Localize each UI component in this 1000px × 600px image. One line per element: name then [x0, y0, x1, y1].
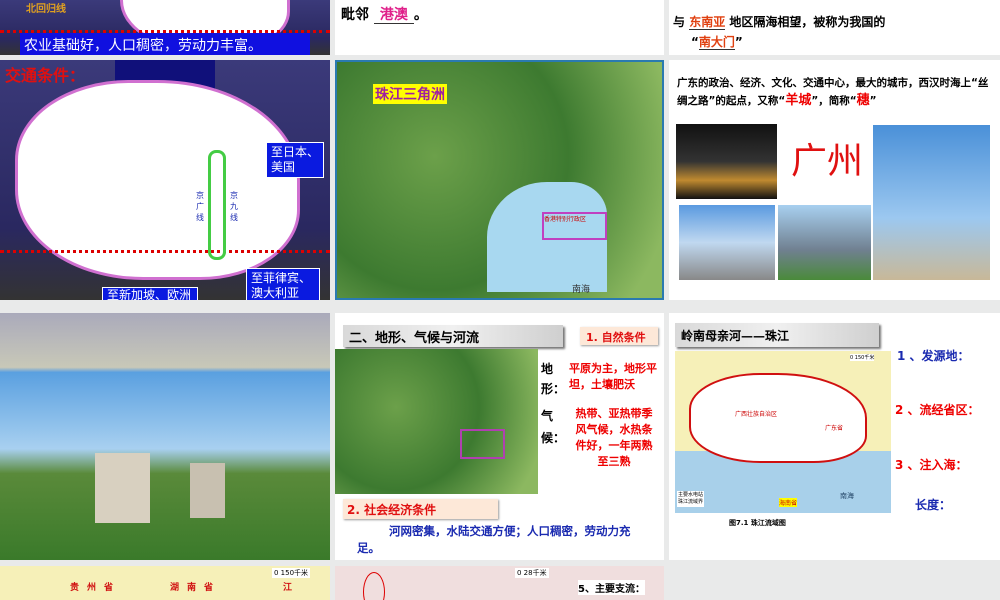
slide-title: 岭南母亲河——珠江 [675, 323, 879, 347]
gate-text: 与 东南亚 地区隔海相望，被称为我国的 “南大门” [673, 15, 886, 50]
pearl-river-map: 广西壮族自治区 广东省 海南省 南海 0 150千米 主要水电站 珠江流域界 [675, 351, 891, 513]
delta-label: 珠江三角洲 [373, 84, 447, 104]
tropic-label: 北回归线 [26, 4, 66, 15]
neighbor-text: 毗邻 港澳。 [341, 7, 428, 24]
slide-thumbnail-10[interactable]: 贵州省 湖南省 江 0 150千米 [0, 566, 330, 600]
slide-thumbnail-9[interactable]: 岭南母亲河——珠江 广西壮族自治区 广东省 海南省 南海 0 150千米 主要水… [669, 313, 1000, 560]
slide-thumbnail-11[interactable]: 0 28千米 5、主要支流： [335, 566, 664, 600]
goat-statue-photo [873, 125, 990, 280]
rail-lines [208, 150, 226, 260]
watchtower-photo [95, 453, 150, 523]
slide-title: 二、地形、气候与河流 [343, 325, 563, 347]
city-title: 广州 [791, 141, 864, 182]
slide-thumbnail-3[interactable]: 与 东南亚 地区隔海相望，被称为我国的 “南大门” [669, 0, 1000, 55]
delta-terrain-map [335, 349, 538, 494]
skyline-photo [778, 205, 871, 280]
slide-thumbnail-5[interactable]: 珠江三角洲 香港特别行政区 南海 [335, 60, 664, 300]
slide-thumbnail-8[interactable]: 二、地形、气候与河流 1. 自然条件 地形： 平原为主，地形平坦，土壤肥沃 气候… [335, 313, 664, 560]
night-city-photo [676, 124, 777, 199]
slide-thumbnail-2[interactable]: 毗邻 港澳。 [335, 0, 664, 55]
building-photo [679, 205, 775, 280]
slide-thumbnail-6[interactable]: 广东的政治、经济、文化、交通中心，最大的城市，西汉时海上“丝绸之路”的起点，又称… [669, 60, 1000, 300]
guangzhou-text: 广东的政治、经济、文化、交通中心，最大的城市，西汉时海上“丝绸之路”的起点，又称… [677, 77, 989, 108]
slide-thumbnail-1[interactable]: 北回归线 农业基础好，人口稠密，劳动力丰富。 [0, 0, 330, 55]
caption: 农业基础好，人口稠密，劳动力丰富。 [20, 33, 310, 55]
slide-thumbnail-4[interactable]: 交通条件： 京广线 京九线 至日本、美国 至菲律宾、澳大利亚 至新加坡、欧洲 [0, 60, 330, 300]
slide-title: 交通条件： [5, 66, 86, 85]
slide-thumbnail-7[interactable] [0, 313, 330, 560]
answer-hk-macao: 港澳 [373, 7, 414, 24]
